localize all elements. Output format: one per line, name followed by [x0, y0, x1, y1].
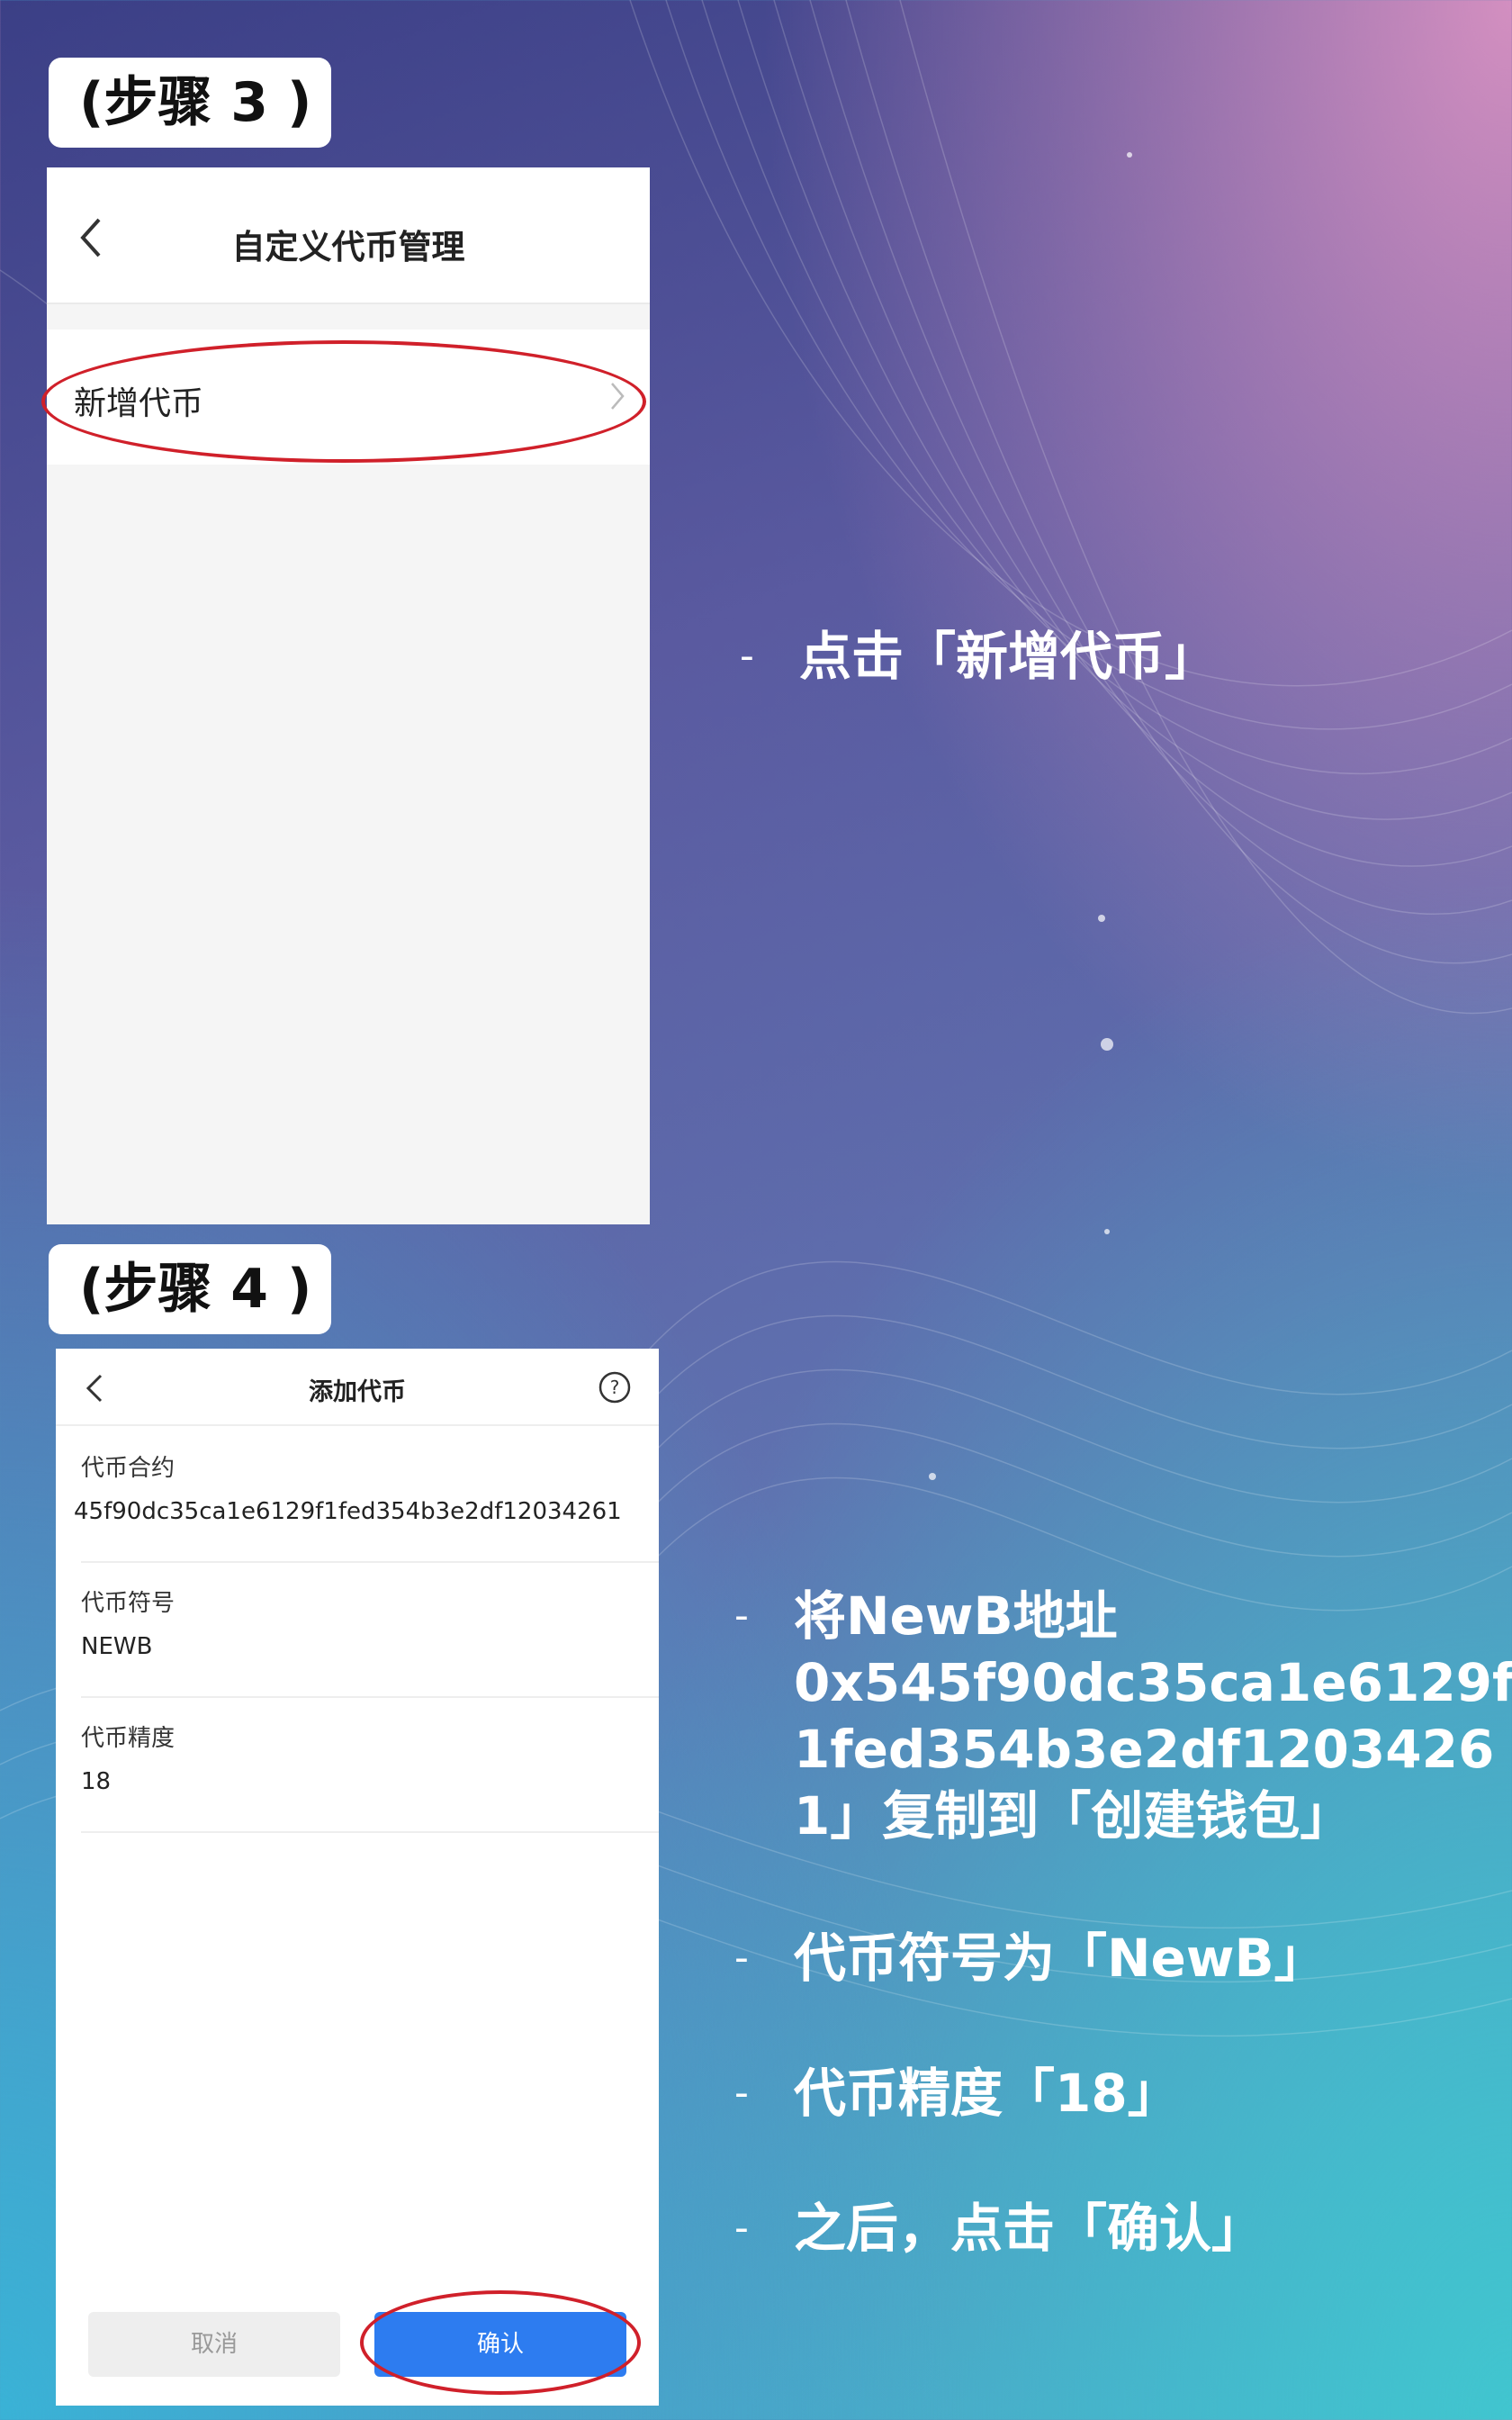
instruction-line: 将NewB地址 [794, 1585, 1118, 1647]
instruction-text: 代币符号为「NewB」 [794, 1928, 1327, 1989]
token-precision-label: 代币精度 [81, 1725, 176, 1752]
instruction-line: 0x545f90dc35ca1e6129f [794, 1652, 1512, 1713]
custom-token-management-screen: 自定义代币管理 新增代币 [47, 167, 650, 1224]
instruction-text: 之后，点击「确认」 [794, 2198, 1264, 2259]
help-circle-icon[interactable]: ? [598, 1370, 632, 1404]
step4-label: (步骤 4 ) [49, 1244, 331, 1334]
highlight-oval-confirm [360, 2290, 641, 2395]
page-title: 自定义代币管理 [231, 228, 465, 266]
instruction-line: 1」复制到「创建钱包」 [794, 1785, 1353, 1847]
page-title: 添加代币 [309, 1378, 406, 1406]
bullet-dash: - [734, 2205, 749, 2251]
svg-text:?: ? [610, 1377, 620, 1398]
bullet-dash: - [734, 1593, 749, 1639]
screen-header: 自定义代币管理 [47, 167, 650, 304]
bullet-dash: - [734, 2070, 749, 2116]
token-contract-label: 代币合约 [81, 1455, 176, 1482]
token-contract-input[interactable]: 45f90dc35ca1e6129f1fed354b3e2df12034261 [74, 1498, 659, 1525]
token-symbol-input[interactable]: NEWB [81, 1633, 152, 1660]
instruction-line: 1fed354b3e2df1203426 [794, 1719, 1495, 1780]
bullet-dash: - [734, 1935, 749, 1981]
instruction-click-confirm: - 之后，点击「确认」 [734, 2195, 1264, 2262]
token-symbol-field[interactable]: 代币符号 NEWB [81, 1561, 659, 1698]
instruction-text: 代币精度「18」 [794, 2063, 1180, 2124]
instruction-click-add-token: - 点击「新增代币」 [740, 623, 1218, 690]
instruction-text: 点击「新增代币」 [799, 626, 1218, 687]
add-token-screen: 添加代币 ? 代币合约 45f90dc35ca1e6129f1fed354b3e… [56, 1349, 659, 2406]
instruction-token-symbol: - 代币符号为「NewB」 [734, 1925, 1327, 1991]
cancel-button[interactable]: 取消 [88, 2312, 340, 2377]
instruction-copy-address: - 将NewB地址 0x545f90dc35ca1e6129f 1fed354b… [734, 1583, 1512, 1849]
token-precision-input[interactable]: 18 [81, 1768, 111, 1795]
highlight-oval-add-token [41, 340, 646, 463]
token-precision-field[interactable]: 代币精度 18 [81, 1696, 659, 1833]
screen-header: 添加代币 ? [56, 1349, 659, 1426]
bullet-dash: - [740, 633, 754, 679]
instruction-token-precision: - 代币精度「18」 [734, 2060, 1180, 2127]
step3-label: (步骤 3 ) [49, 58, 331, 148]
token-contract-field[interactable]: 代币合约 45f90dc35ca1e6129f1fed354b3e2df1203… [74, 1426, 659, 1563]
token-symbol-label: 代币符号 [81, 1590, 176, 1617]
